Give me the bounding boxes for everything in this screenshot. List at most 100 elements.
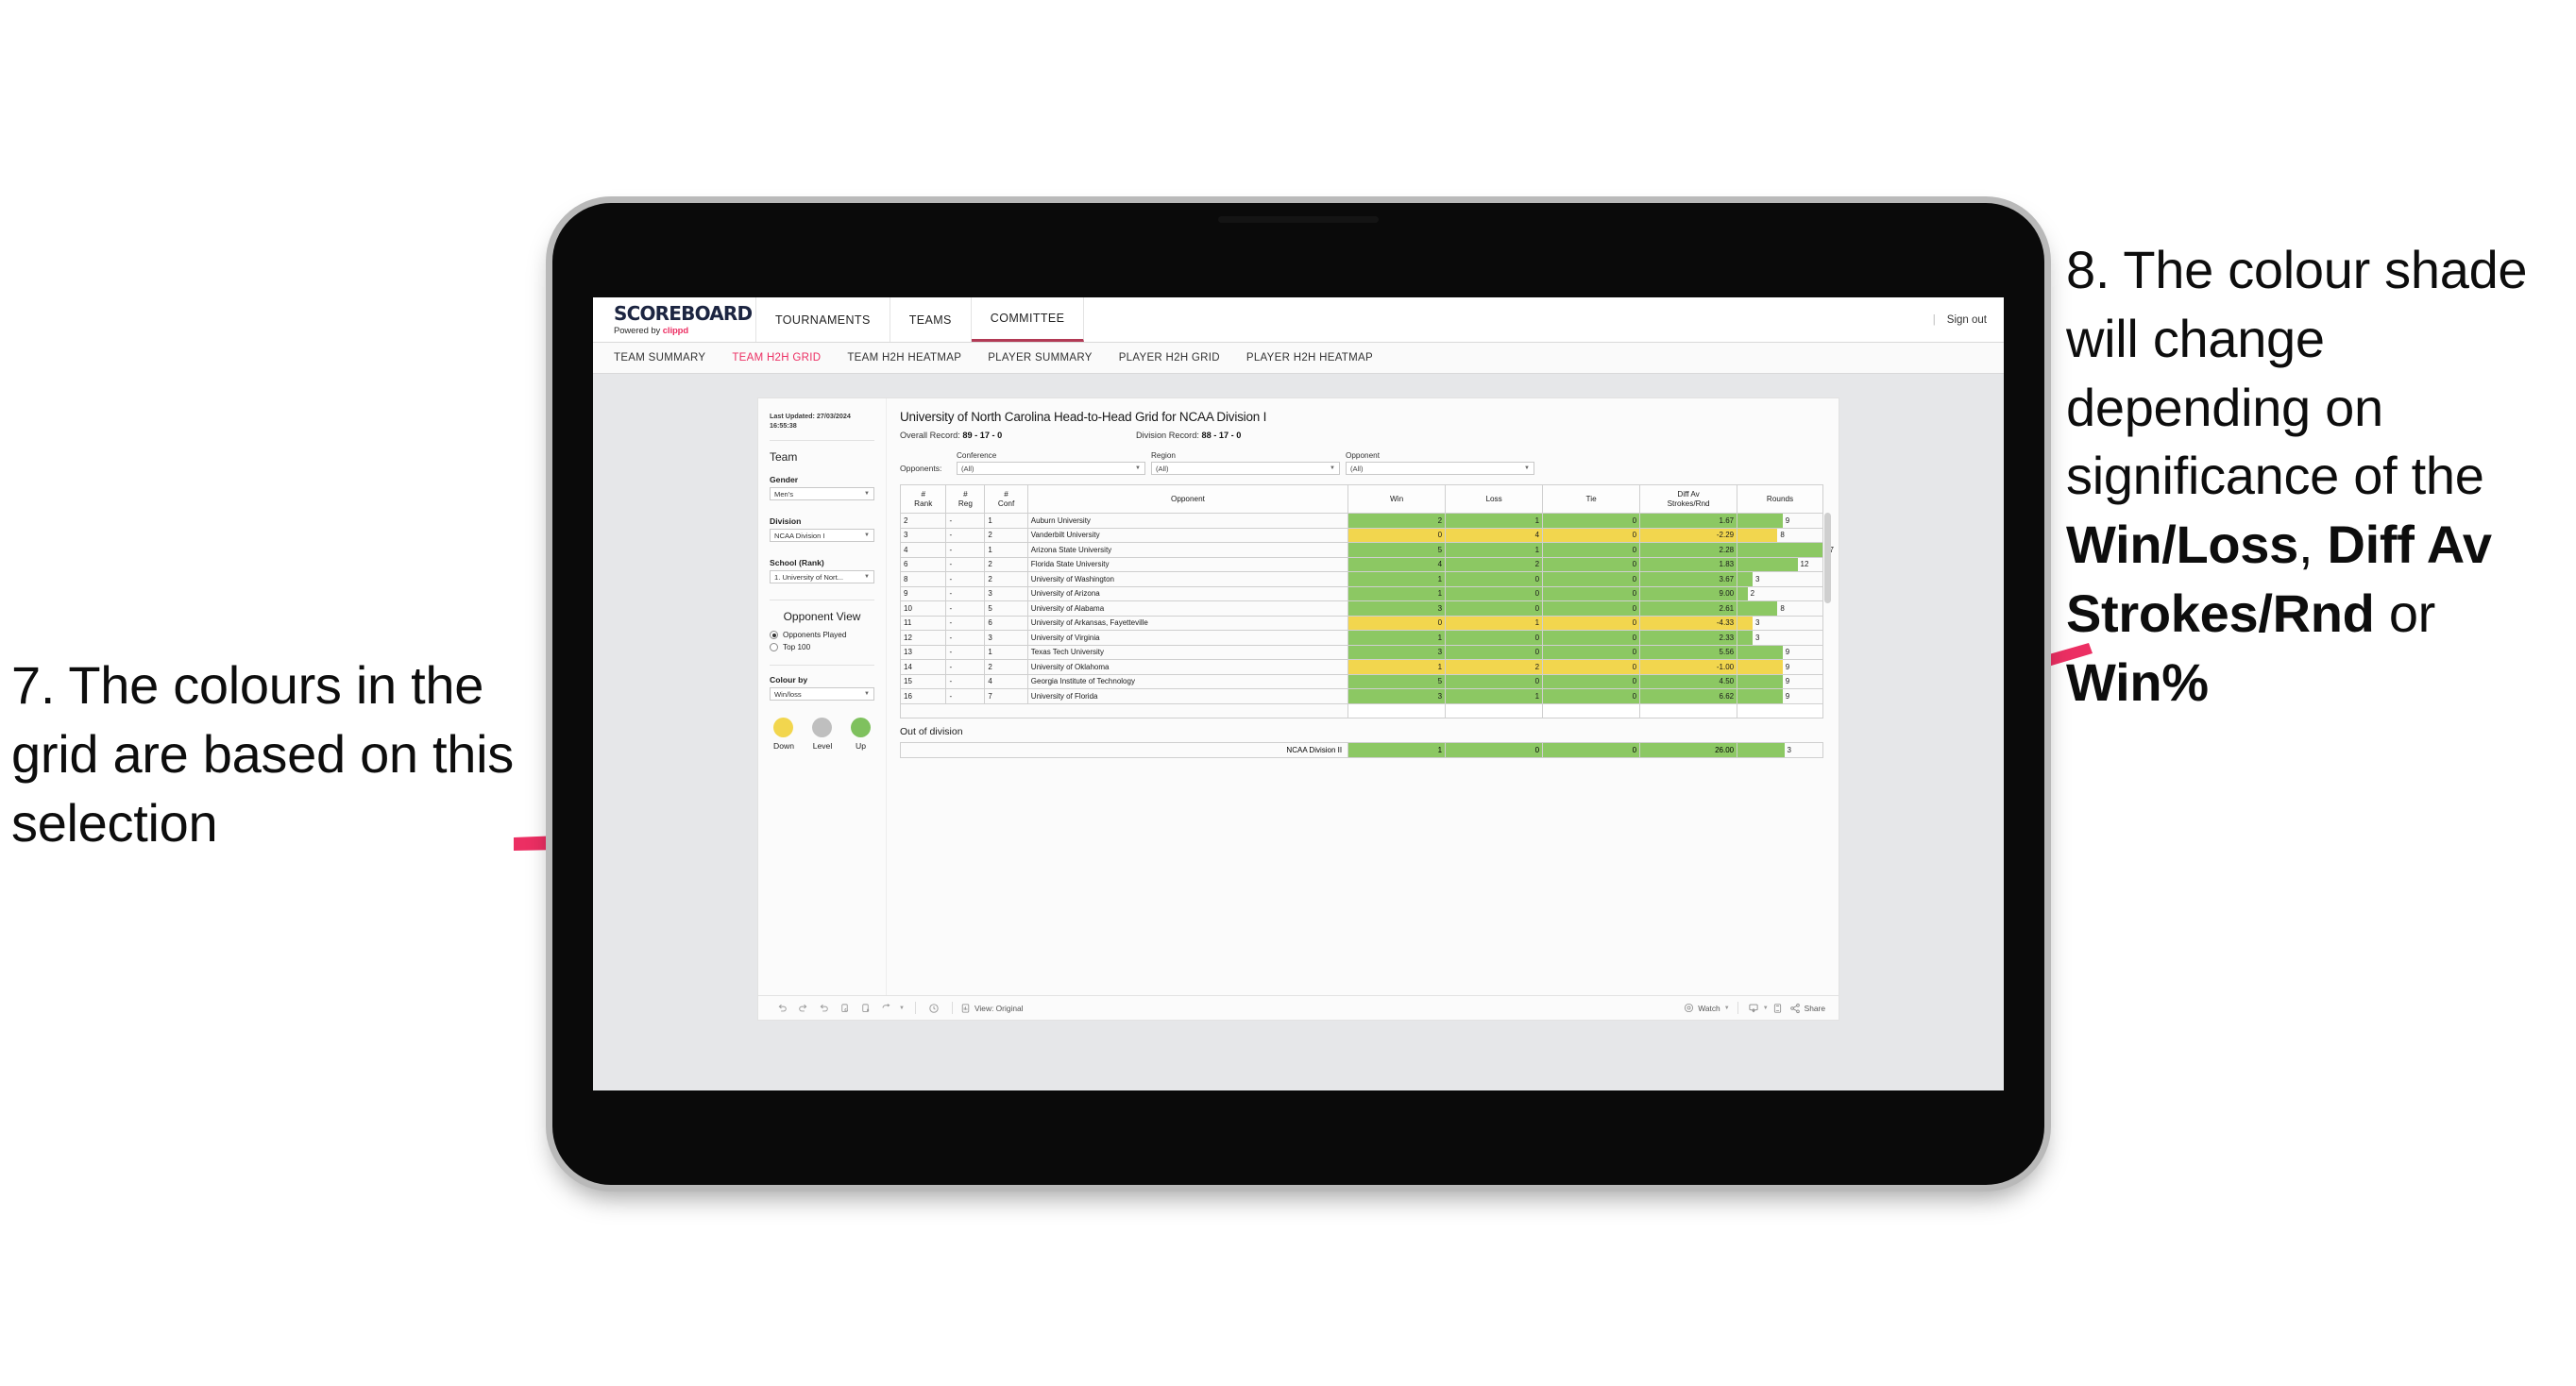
cell-diff: 4.50 [1639,673,1738,689]
table-row[interactable]: NCAA Division II 1 0 0 26.00 3 [899,742,1823,758]
table-row[interactable]: 8-2 University of Washington 1 0 0 3.67 3 [899,571,1823,587]
radio-opponents-played[interactable]: Opponents Played [770,631,874,640]
dropdown-caret-icon[interactable]: ▼ [896,1000,907,1017]
redo-icon[interactable] [792,1000,813,1017]
sidebar-heading-opponent-view: Opponent View [783,610,861,624]
table-row[interactable]: 4-1Arizona State University5102.2817 [899,542,1834,558]
undo-icon[interactable] [771,1000,792,1017]
rounds-value: 9 [1785,677,1790,686]
cell-tie: 0 [1542,600,1641,617]
col-conf-l2: Conf [997,499,1015,508]
subtab-player-h2h-heatmap[interactable]: PLAYER H2H HEATMAP [1246,352,1373,363]
cell-rank: 6 [899,556,947,572]
refresh-icon[interactable] [834,1000,855,1017]
col-conf[interactable]: # Conf [984,484,1028,514]
rounds-value: 3 [1754,574,1760,583]
cell-loss: 1 [1445,688,1544,704]
radio-top-100[interactable]: Top 100 [770,643,874,652]
table-row[interactable]: 11-6 University of Arkansas, Fayetteville… [899,615,1823,631]
cell-win: 3 [1347,600,1447,617]
col-opponent[interactable]: Opponent [1026,484,1349,514]
colour-legend: Down Level Up [770,718,874,751]
ood-loss: 0 [1445,742,1544,758]
cell-rank: 8 [899,571,947,587]
filter-region-value: (All) [1156,464,1169,473]
rounds-bar [1737,514,1783,528]
col-rounds[interactable]: Rounds [1737,484,1823,514]
table-row[interactable]: 3-2 Vanderbilt University 0 4 0 -2.29 8 [899,527,1823,543]
table-row[interactable]: 10-5 University of Alabama 3 0 0 2.61 8 [899,600,1823,617]
share-button[interactable]: Share [1789,1003,1825,1014]
annotation-right: 8. The colour shade will change dependin… [2066,236,2576,718]
colour-by-select[interactable]: Win/loss ▼ [770,687,874,701]
fullscreen-icon[interactable] [1769,1000,1788,1017]
viz-sidebar: Last Updated: 27/03/2024 16:55:38 Team G… [758,398,887,995]
filter-opponent-select[interactable]: (All) ▼ [1346,462,1534,475]
division-record-value: 88 - 17 - 0 [1201,431,1242,440]
cell-opponent: University of Florida [1026,688,1349,704]
tablet-screen: SCOREBOARD Powered by clippd TOURNAMENTS… [593,297,2004,1090]
col-diff-av-strokes[interactable]: Diff Av Strokes/Rnd [1639,484,1738,514]
cell-tie: 0 [1542,527,1641,543]
chevron-down-icon: ▼ [864,691,870,698]
col-tie[interactable]: Tie [1542,484,1641,514]
cell-diff: 1.67 [1639,513,1738,529]
nav-tab-tournaments[interactable]: TOURNAMENTS [756,297,890,342]
reset-icon[interactable] [875,1000,896,1017]
col-loss[interactable]: Loss [1445,484,1544,514]
table-row[interactable]: 13-1 Texas Tech University 3 0 0 5.56 9 [899,644,1823,660]
cell-conf: 2 [984,659,1028,675]
records-row: Overall Record: 89 - 17 - 0 Division Rec… [900,431,1823,440]
legend-item-level: Level [812,718,833,751]
filter-region-select[interactable]: (All) ▼ [1151,462,1340,475]
table-row[interactable]: 15-4 Georgia Institute of Technology 5 0 0 4.… [899,673,1823,689]
grid-header-row: # Rank # Reg # Conf Opponent Win Loss Ti… [899,484,1823,514]
nav-tab-teams[interactable]: TEAMS [890,297,972,342]
col-win-l1: Win [1390,494,1404,503]
table-row[interactable]: 14-2 University of Oklahoma 1 2 0 -1.00 9 [899,659,1823,675]
table-row[interactable]: 2-1 Auburn University 2 1 0 1.67 9 [899,513,1823,529]
table-row[interactable]: 16-7 University of Florida 3 1 0 6.62 9 [899,688,1823,704]
gender-value: Men's [774,489,794,499]
nav-tab-committee[interactable]: COMMITTEE [971,297,1085,342]
col-reg[interactable]: # Reg [945,484,986,514]
grid-spacer-row [899,702,1823,718]
cell-rank: 16 [899,688,947,704]
download-button[interactable]: ▼ [1748,1003,1769,1014]
subtab-player-h2h-grid[interactable]: PLAYER H2H GRID [1119,352,1220,363]
col-rank[interactable]: # Rank [899,484,947,514]
subtab-team-h2h-grid[interactable]: TEAM H2H GRID [732,352,821,363]
rounds-value: 8 [1780,531,1785,540]
cell-opponent: University of Arizona [1026,585,1349,601]
grid-scrollbar-thumb[interactable] [1824,513,1831,603]
cell-conf: 3 [984,585,1028,601]
rounds-value: 3 [1754,618,1760,628]
cell-opponent: Auburn University [1026,513,1349,529]
radio-selected-icon [770,631,778,640]
gender-select[interactable]: Men's ▼ [770,487,874,501]
cell-conf: 3 [984,630,1028,646]
filter-conference-select[interactable]: (All) ▼ [957,462,1145,475]
table-row[interactable]: 9-3 University of Arizona 1 0 0 9.00 2 [899,585,1823,601]
watch-button[interactable]: Watch ▼ [1684,1003,1730,1013]
subtab-player-summary[interactable]: PLAYER SUMMARY [988,352,1093,363]
cell-win: 0 [1347,527,1447,543]
school-select[interactable]: 1. University of Nort... ▼ [770,570,874,584]
cell-tie: 0 [1542,556,1641,572]
col-win[interactable]: Win [1347,484,1447,514]
clock-icon[interactable] [924,1000,944,1017]
watch-label: Watch [1698,1003,1720,1013]
division-select[interactable]: NCAA Division I ▼ [770,529,874,543]
table-row[interactable]: 6-2 Florida State University 4 2 0 1.83 12 [899,556,1823,572]
subtab-team-h2h-heatmap[interactable]: TEAM H2H HEATMAP [847,352,961,363]
pause-icon[interactable] [855,1000,875,1017]
revert-icon[interactable] [813,1000,834,1017]
sign-out-link[interactable]: Sign out [1947,314,1987,326]
colour-by-label: Colour by [770,675,808,685]
subtab-team-summary[interactable]: TEAM SUMMARY [614,352,705,363]
view-original-button[interactable]: View: Original [960,1003,1024,1014]
cell-rank: 9 [899,585,947,601]
table-row[interactable]: 12-3 University of Virginia 1 0 0 2.33 3 [899,630,1823,646]
cell-opponent: University of Alabama [1026,600,1349,617]
col-diff-l2: Strokes/Rnd [1667,499,1710,508]
